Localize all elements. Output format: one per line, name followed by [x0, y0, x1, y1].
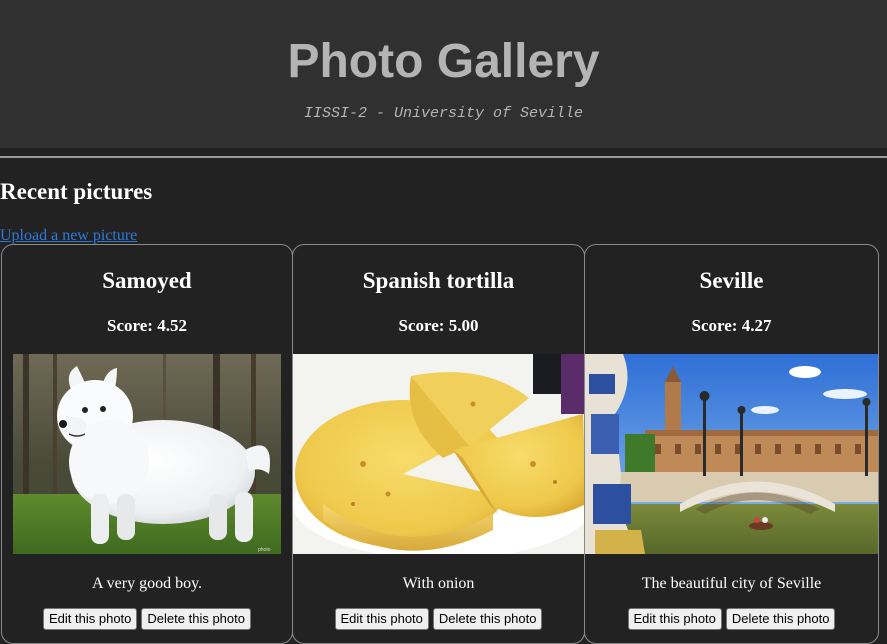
- page-subtitle: IISSI-2 - University of Seville: [303, 105, 584, 122]
- photo-card: Spanish tortilla Score: 5.00 With onion …: [292, 244, 585, 644]
- photo-description: With onion: [402, 575, 475, 592]
- photo-actions: Edit this photo Delete this photo: [293, 608, 584, 630]
- section-title: Recent pictures: [0, 179, 153, 204]
- photo-actions: Edit this photo Delete this photo: [585, 608, 878, 630]
- header-divider: [0, 156, 887, 158]
- page-title: Photo Gallery: [287, 35, 600, 88]
- photo-title: Samoyed: [102, 268, 192, 293]
- photo-description: A very good boy.: [91, 575, 203, 592]
- seville-plaza-photo: [585, 354, 878, 554]
- edit-photo-button[interactable]: Edit this photo: [43, 608, 138, 630]
- delete-photo-button[interactable]: Delete this photo: [432, 608, 543, 630]
- spanish-tortilla-photo: [293, 354, 584, 554]
- delete-photo-button[interactable]: Delete this photo: [725, 608, 836, 630]
- photo-score: Score: 4.52: [107, 316, 187, 335]
- svg-text:photo: photo: [258, 547, 271, 553]
- photo-card: Samoyed Score: 4.52 photo A very good bo…: [1, 244, 293, 644]
- delete-photo-button[interactable]: Delete this photo: [141, 608, 251, 630]
- photo-score: Score: 4.27: [691, 316, 772, 335]
- photo-score: Score: 5.00: [398, 316, 479, 335]
- photo-card: Seville Score: 4.27 The beautiful city o…: [584, 244, 879, 644]
- samoyed-dog-photo: photo: [13, 354, 281, 554]
- page-header: Photo Gallery IISSI-2 - University of Se…: [0, 0, 887, 148]
- edit-photo-button[interactable]: Edit this photo: [627, 608, 722, 630]
- photo-title: Spanish tortilla: [362, 268, 515, 293]
- photo-actions: Edit this photo Delete this photo: [2, 608, 292, 630]
- edit-photo-button[interactable]: Edit this photo: [334, 608, 429, 630]
- photo-title: Seville: [699, 268, 764, 293]
- photo-description: The beautiful city of Seville: [641, 575, 822, 592]
- upload-picture-link[interactable]: Upload a new picture: [0, 226, 137, 246]
